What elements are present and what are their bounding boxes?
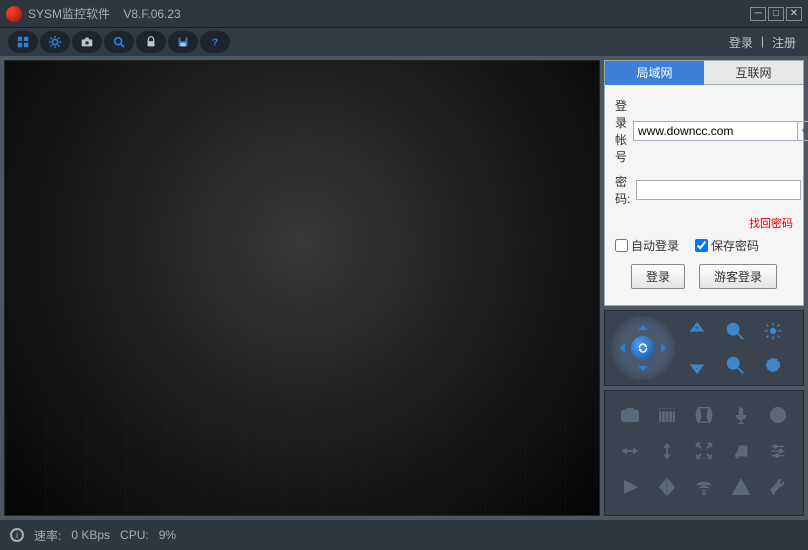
tools-icon[interactable] [762, 471, 795, 503]
ptz-right[interactable] [661, 343, 671, 353]
ptz-sync[interactable] [631, 336, 655, 360]
minimize-button[interactable]: ─ [750, 7, 766, 21]
cpu-label: CPU: [120, 528, 149, 542]
return-icon[interactable] [725, 435, 758, 467]
mic-icon[interactable] [725, 399, 758, 431]
alert-icon[interactable] [725, 471, 758, 503]
wifi-icon[interactable] [687, 471, 720, 503]
account-input[interactable] [633, 121, 798, 141]
login-panel: 局域网 互联网 登录帐号 ▼ 密 码: 找回密码 [604, 60, 804, 306]
guest-login-button[interactable]: 游客登录 [699, 264, 777, 289]
statusbar: i 速率: 0 KBps CPU: 9% [0, 520, 808, 550]
chevron-down-icon[interactable]: ▼ [798, 121, 808, 141]
disc-icon[interactable] [762, 399, 795, 431]
aperture-close-icon[interactable] [759, 351, 787, 379]
app-version: V8.F.06.23 [123, 7, 180, 21]
tools-panel [604, 390, 804, 516]
toolbar-right: 登录 | 注册 [725, 34, 800, 51]
video-viewport[interactable] [4, 60, 600, 516]
app-icon [6, 6, 22, 22]
find-password-link[interactable]: 找回密码 [615, 215, 793, 231]
speed-value: 0 KBps [71, 528, 110, 542]
cpu-value: 9% [159, 528, 176, 542]
ptz-panel: + - [604, 310, 804, 386]
register-link[interactable]: 注册 [768, 34, 800, 51]
toolbar-left: ? [8, 31, 230, 53]
camera-icon[interactable] [72, 31, 102, 53]
sliders-icon[interactable] [762, 435, 795, 467]
ptz-wheel [611, 316, 675, 380]
ptz-extra-controls: + - [683, 317, 787, 379]
titlebar-text: SYSM监控软件 V8.F.06.23 [28, 5, 748, 22]
magnify-plus-icon[interactable] [721, 317, 749, 345]
close-button[interactable]: ✕ [786, 7, 802, 21]
login-link[interactable]: 登录 [725, 34, 757, 51]
tab-lan[interactable]: 局域网 [605, 61, 704, 85]
magnify-minus-icon[interactable] [721, 351, 749, 379]
svg-text:?: ? [212, 37, 218, 49]
link-separator: | [761, 34, 764, 51]
ptz-left[interactable] [615, 343, 625, 353]
expand-icon[interactable] [687, 435, 720, 467]
network-tabs: 局域网 互联网 [605, 61, 803, 85]
audio-out-icon[interactable] [687, 399, 720, 431]
side-panel: 局域网 互联网 登录帐号 ▼ 密 码: 找回密码 [604, 60, 804, 516]
auto-login-check[interactable]: 自动登录 [615, 237, 679, 254]
help-icon[interactable]: ? [200, 31, 230, 53]
mirror-icon[interactable] [650, 471, 683, 503]
save-password-check[interactable]: 保存密码 [695, 237, 759, 254]
ptz-down[interactable] [638, 366, 648, 376]
info-icon: i [10, 528, 24, 542]
password-label: 密 码: [615, 173, 630, 207]
play-icon[interactable] [613, 471, 646, 503]
aperture-open-icon[interactable] [759, 317, 787, 345]
save-password-checkbox[interactable] [695, 239, 708, 252]
search-icon[interactable] [104, 31, 134, 53]
account-combo[interactable]: ▼ [633, 121, 808, 141]
video-floor-grid [5, 415, 599, 515]
titlebar: SYSM监控软件 V8.F.06.23 ─ □ ✕ [0, 0, 808, 28]
tab-wan[interactable]: 互联网 [704, 61, 803, 85]
auto-login-checkbox[interactable] [615, 239, 628, 252]
password-input[interactable] [636, 180, 801, 200]
maximize-button[interactable]: □ [768, 7, 784, 21]
save-password-label: 保存密码 [711, 237, 759, 254]
toolbar: ? 登录 | 注册 [0, 28, 808, 56]
main-area: 局域网 互联网 登录帐号 ▼ 密 码: 找回密码 [0, 56, 808, 520]
ptz-up[interactable] [638, 320, 648, 330]
record-icon[interactable] [650, 399, 683, 431]
app-name: SYSM监控软件 [28, 7, 110, 21]
grid-icon[interactable] [8, 31, 38, 53]
auto-login-label: 自动登录 [631, 237, 679, 254]
login-button[interactable]: 登录 [631, 264, 685, 289]
lock-icon[interactable] [136, 31, 166, 53]
horiz-move-icon[interactable] [613, 435, 646, 467]
vert-move-icon[interactable] [650, 435, 683, 467]
gear-icon[interactable] [40, 31, 70, 53]
zoom-minus-icon[interactable]: - [683, 351, 711, 379]
snapshot-icon[interactable] [613, 399, 646, 431]
speed-label: 速率: [34, 527, 61, 544]
zoom-plus-icon[interactable]: + [683, 317, 711, 345]
save-icon[interactable] [168, 31, 198, 53]
svg-text:+: + [695, 323, 699, 332]
login-form: 登录帐号 ▼ 密 码: 找回密码 自动登录 [605, 85, 803, 297]
account-label: 登录帐号 [615, 97, 627, 165]
